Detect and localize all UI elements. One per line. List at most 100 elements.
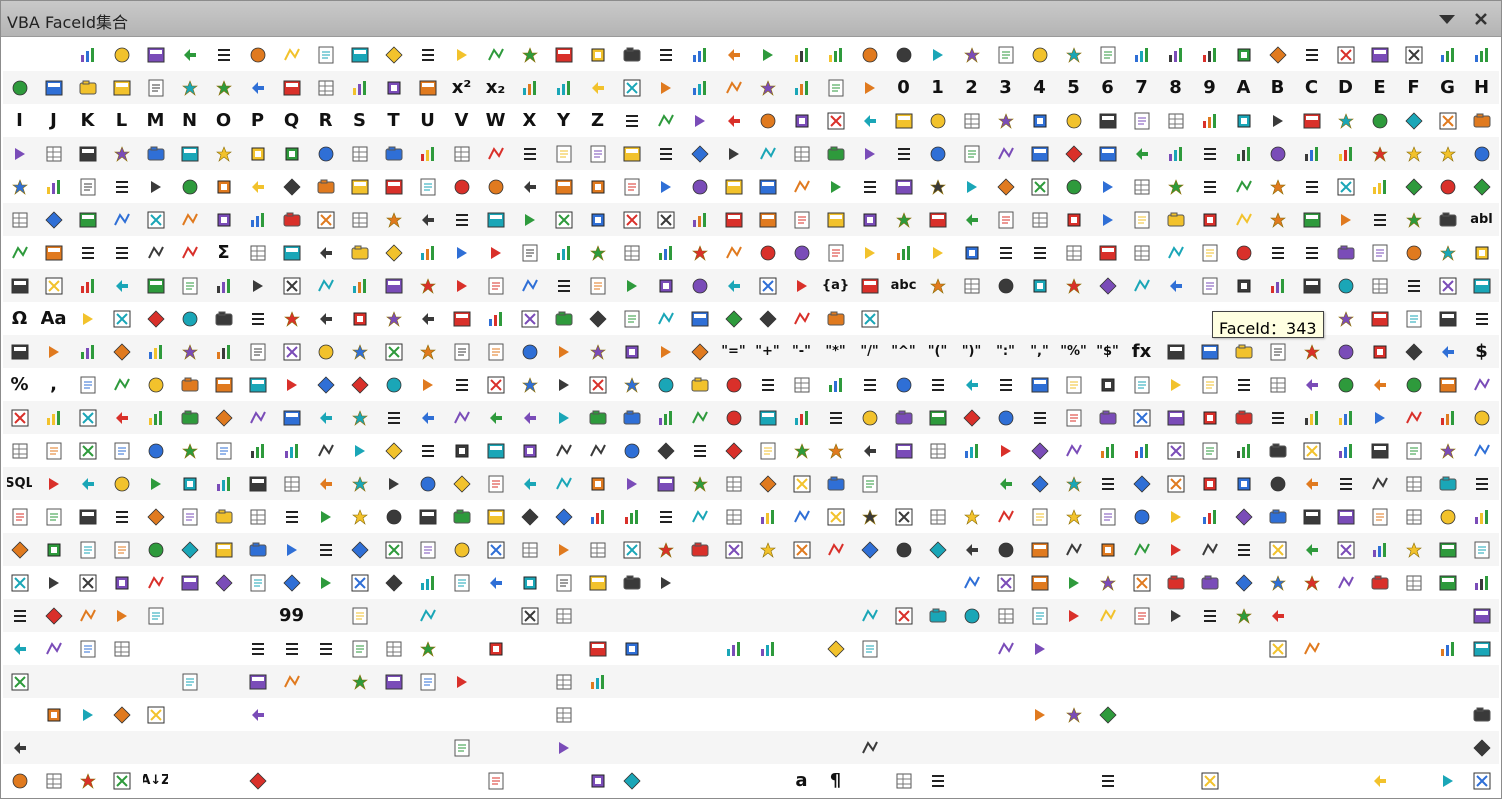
faceid-icon[interactable] [754,371,781,398]
faceid-icon[interactable] [924,437,951,464]
faceid-glyph-icon[interactable]: V [448,107,475,134]
faceid-icon[interactable] [720,140,747,167]
faceid-icon[interactable] [618,470,645,497]
faceid-glyph-icon[interactable]: D [1332,74,1359,101]
faceid-icon[interactable] [142,338,169,365]
faceid-icon[interactable] [40,635,67,662]
faceid-icon[interactable] [1332,437,1359,464]
faceid-icon[interactable] [40,140,67,167]
faceid-icon[interactable] [210,140,237,167]
faceid-icon[interactable] [516,371,543,398]
faceid-icon[interactable] [550,41,577,68]
faceid-icon[interactable] [652,140,679,167]
faceid-icon[interactable] [652,470,679,497]
faceid-icon[interactable] [1332,173,1359,200]
faceid-icon[interactable] [1332,338,1359,365]
faceid-icon[interactable] [312,305,339,332]
faceid-icon[interactable] [74,173,101,200]
faceid-icon[interactable] [346,173,373,200]
faceid-icon[interactable] [686,173,713,200]
faceid-icon[interactable] [244,503,271,530]
faceid-icon[interactable] [482,503,509,530]
faceid-icon[interactable] [584,536,611,563]
faceid-icon[interactable] [1094,470,1121,497]
faceid-icon[interactable] [1468,404,1495,431]
faceid-icon[interactable] [992,635,1019,662]
faceid-icon[interactable] [448,41,475,68]
faceid-icon[interactable] [448,371,475,398]
faceid-icon[interactable] [550,668,577,695]
faceid-icon[interactable] [856,74,883,101]
faceid-icon[interactable] [754,404,781,431]
faceid-icon[interactable] [1264,338,1291,365]
faceid-icon[interactable] [312,503,339,530]
faceid-icon[interactable] [584,41,611,68]
faceid-icon[interactable] [1196,437,1223,464]
faceid-icon[interactable] [1230,140,1257,167]
faceid-icon[interactable] [40,767,67,794]
faceid-icon[interactable] [482,569,509,596]
faceid-icon[interactable] [74,74,101,101]
faceid-icon[interactable] [108,305,135,332]
faceid-icon[interactable] [414,569,441,596]
faceid-icon[interactable] [856,41,883,68]
faceid-icon[interactable] [1366,569,1393,596]
faceid-icon[interactable] [1196,272,1223,299]
faceid-icon[interactable] [448,140,475,167]
faceid-icon[interactable] [244,767,271,794]
faceid-icon[interactable] [1434,305,1461,332]
faceid-icon[interactable] [1366,503,1393,530]
faceid-icon[interactable] [1468,767,1495,794]
faceid-icon[interactable] [142,371,169,398]
faceid-icon[interactable] [312,239,339,266]
faceid-icon[interactable] [1264,41,1291,68]
faceid-icon[interactable] [958,371,985,398]
faceid-icon[interactable] [6,338,33,365]
faceid-glyph-icon[interactable]: 7 [1128,74,1155,101]
faceid-glyph-icon[interactable]: ":" [992,338,1019,365]
faceid-icon[interactable] [108,272,135,299]
faceid-icon[interactable] [312,140,339,167]
faceid-icon[interactable] [210,206,237,233]
faceid-icon[interactable] [1366,173,1393,200]
faceid-icon[interactable] [754,206,781,233]
faceid-icon[interactable] [1366,272,1393,299]
faceid-icon[interactable] [380,569,407,596]
faceid-glyph-icon[interactable]: "%" [1060,338,1087,365]
faceid-icon[interactable] [516,173,543,200]
faceid-icon[interactable] [1026,272,1053,299]
faceid-icon[interactable] [720,305,747,332]
faceid-icon[interactable] [482,41,509,68]
faceid-icon[interactable] [618,437,645,464]
faceid-icon[interactable] [1298,371,1325,398]
faceid-icon[interactable] [1468,272,1495,299]
faceid-icon[interactable] [210,41,237,68]
faceid-icon[interactable] [584,371,611,398]
faceid-glyph-icon[interactable]: 1 [924,74,951,101]
faceid-icon[interactable] [890,371,917,398]
faceid-glyph-icon[interactable]: 0 [890,74,917,101]
faceid-icon[interactable] [176,140,203,167]
faceid-icon[interactable] [1162,338,1189,365]
faceid-icon[interactable] [108,503,135,530]
faceid-icon[interactable] [74,569,101,596]
faceid-icon[interactable] [1026,470,1053,497]
faceid-icon[interactable] [40,536,67,563]
faceid-icon[interactable] [1196,767,1223,794]
faceid-icon[interactable] [822,470,849,497]
faceid-icon[interactable] [1162,173,1189,200]
faceid-icon[interactable] [652,338,679,365]
faceid-icon[interactable] [6,437,33,464]
faceid-icon[interactable] [1128,503,1155,530]
faceid-icon[interactable] [1264,239,1291,266]
faceid-icon[interactable] [380,272,407,299]
faceid-icon[interactable] [1434,635,1461,662]
faceid-icon[interactable] [618,74,645,101]
faceid-icon[interactable] [482,272,509,299]
faceid-icon[interactable] [1264,107,1291,134]
faceid-icon[interactable] [1264,569,1291,596]
faceid-icon[interactable] [1332,41,1359,68]
faceid-icon[interactable] [346,371,373,398]
faceid-icon[interactable] [992,569,1019,596]
faceid-icon[interactable] [618,569,645,596]
